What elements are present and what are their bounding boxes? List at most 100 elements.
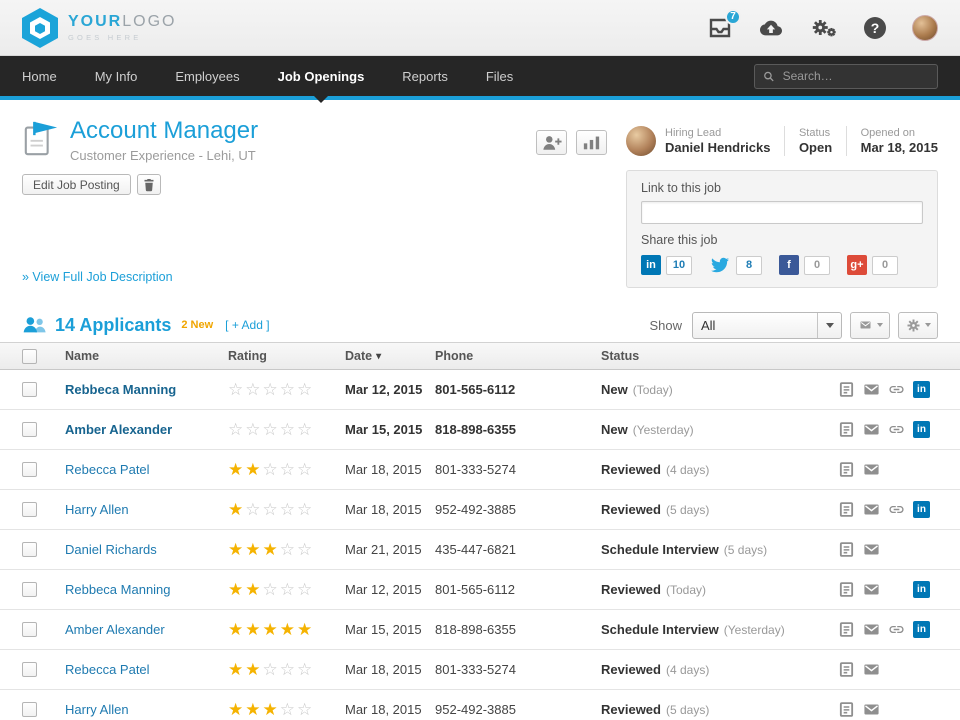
star-icon[interactable]: ★: [245, 620, 260, 640]
star-icon[interactable]: ★: [245, 540, 260, 560]
applicant-name-link[interactable]: Harry Allen: [65, 702, 129, 717]
star-icon[interactable]: ★: [263, 620, 278, 640]
star-icon[interactable]: ☆: [245, 500, 260, 520]
star-icon[interactable]: ☆: [228, 420, 243, 440]
resume-icon[interactable]: [838, 501, 863, 519]
inbox-button[interactable]: 7: [708, 17, 732, 39]
resume-icon[interactable]: [838, 581, 863, 599]
mail-icon[interactable]: [863, 381, 888, 399]
applicant-name-link[interactable]: Rebecca Patel: [65, 462, 150, 477]
link-icon[interactable]: [888, 421, 913, 439]
status-filter-select[interactable]: All: [692, 312, 842, 339]
applicant-row[interactable]: Harry Allen★★★☆☆Mar 18, 2015952-492-3885…: [0, 690, 960, 720]
applicant-name-link[interactable]: Rebecca Patel: [65, 662, 150, 677]
star-icon[interactable]: ☆: [263, 500, 278, 520]
row-checkbox[interactable]: [22, 542, 37, 557]
email-actions-button[interactable]: [850, 312, 890, 339]
star-icon[interactable]: ★: [263, 540, 278, 560]
star-icon[interactable]: ☆: [263, 460, 278, 480]
view-full-description-link[interactable]: » View Full Job Description: [22, 270, 173, 284]
mail-icon[interactable]: [863, 621, 888, 639]
star-icon[interactable]: ★: [263, 700, 278, 720]
star-icon[interactable]: ☆: [297, 540, 312, 560]
star-icon[interactable]: ☆: [245, 380, 260, 400]
star-icon[interactable]: ☆: [280, 700, 295, 720]
row-checkbox[interactable]: [22, 622, 37, 637]
star-icon[interactable]: ★: [228, 700, 243, 720]
star-icon[interactable]: ☆: [280, 540, 295, 560]
select-all-checkbox[interactable]: [22, 349, 37, 364]
resume-icon[interactable]: [838, 621, 863, 639]
nav-files[interactable]: Files: [486, 56, 513, 96]
resume-icon[interactable]: [838, 661, 863, 679]
nav-home[interactable]: Home: [22, 56, 57, 96]
row-checkbox[interactable]: [22, 502, 37, 517]
star-icon[interactable]: ★: [280, 620, 295, 640]
star-icon[interactable]: ☆: [245, 420, 260, 440]
resume-icon[interactable]: [838, 421, 863, 439]
applicant-row[interactable]: Harry Allen★☆☆☆☆Mar 18, 2015952-492-3885…: [0, 490, 960, 530]
nav-employees[interactable]: Employees: [175, 56, 239, 96]
googleplus-share-button[interactable]: g+ 0: [847, 255, 898, 275]
applicant-name-link[interactable]: Amber Alexander: [65, 622, 165, 637]
star-icon[interactable]: ★: [245, 460, 260, 480]
applicant-row[interactable]: Amber Alexander☆☆☆☆☆Mar 15, 2015818-898-…: [0, 410, 960, 450]
star-icon[interactable]: ☆: [228, 380, 243, 400]
column-status[interactable]: Status: [601, 349, 838, 363]
nav-search[interactable]: [754, 64, 938, 89]
linkedin-icon[interactable]: in: [913, 421, 938, 439]
star-icon[interactable]: ☆: [297, 580, 312, 600]
nav-my-info[interactable]: My Info: [95, 56, 138, 96]
star-icon[interactable]: ☆: [297, 660, 312, 680]
logo[interactable]: YOURLOGO GOES HERE: [22, 8, 176, 48]
linkedin-icon[interactable]: in: [913, 381, 938, 399]
column-name[interactable]: Name: [65, 349, 228, 363]
twitter-share-button[interactable]: 8: [709, 256, 762, 275]
applicant-row[interactable]: Rebbeca Manning★★☆☆☆Mar 12, 2015801-565-…: [0, 570, 960, 610]
star-icon[interactable]: ☆: [297, 380, 312, 400]
nav-job-openings[interactable]: Job Openings: [278, 56, 365, 96]
star-icon[interactable]: ★: [228, 580, 243, 600]
resume-icon[interactable]: [838, 541, 863, 559]
search-input[interactable]: [781, 68, 929, 84]
mail-icon[interactable]: [863, 421, 888, 439]
mail-icon[interactable]: [863, 541, 888, 559]
applicant-row[interactable]: Rebecca Patel★★☆☆☆Mar 18, 2015801-333-52…: [0, 650, 960, 690]
nav-reports[interactable]: Reports: [402, 56, 448, 96]
linkedin-icon[interactable]: in: [913, 621, 938, 639]
applicant-name-link[interactable]: Rebbeca Manning: [65, 382, 176, 397]
add-applicant-button[interactable]: [536, 130, 567, 155]
applicant-name-link[interactable]: Amber Alexander: [65, 422, 172, 437]
star-icon[interactable]: ☆: [297, 500, 312, 520]
linkedin-icon[interactable]: in: [913, 501, 938, 519]
star-icon[interactable]: ★: [245, 700, 260, 720]
star-icon[interactable]: ★: [228, 620, 243, 640]
mail-icon[interactable]: [863, 461, 888, 479]
star-icon[interactable]: ☆: [280, 580, 295, 600]
link-icon[interactable]: [888, 381, 913, 399]
column-date[interactable]: Date ▾: [345, 349, 435, 363]
mail-icon[interactable]: [863, 501, 888, 519]
star-icon[interactable]: ☆: [297, 420, 312, 440]
applicant-row[interactable]: Rebecca Patel★★☆☆☆Mar 18, 2015801-333-52…: [0, 450, 960, 490]
star-icon[interactable]: ☆: [280, 660, 295, 680]
edit-job-posting-button[interactable]: Edit Job Posting: [22, 174, 131, 195]
row-checkbox[interactable]: [22, 702, 37, 717]
job-link-input[interactable]: [641, 201, 923, 224]
star-icon[interactable]: ★: [297, 620, 312, 640]
resume-icon[interactable]: [838, 381, 863, 399]
applicant-name-link[interactable]: Harry Allen: [65, 502, 129, 517]
linkedin-share-button[interactable]: in 10: [641, 255, 692, 275]
star-icon[interactable]: ☆: [280, 460, 295, 480]
link-icon[interactable]: [888, 621, 913, 639]
link-icon[interactable]: [888, 501, 913, 519]
star-icon[interactable]: ★: [245, 580, 260, 600]
applicant-row[interactable]: Amber Alexander★★★★★Mar 15, 2015818-898-…: [0, 610, 960, 650]
column-phone[interactable]: Phone: [435, 349, 601, 363]
job-stats-button[interactable]: [576, 130, 607, 155]
column-rating[interactable]: Rating: [228, 349, 345, 363]
applicant-name-link[interactable]: Rebbeca Manning: [65, 582, 171, 597]
resume-icon[interactable]: [838, 701, 863, 719]
star-icon[interactable]: ☆: [263, 580, 278, 600]
hiring-lead-avatar[interactable]: [626, 126, 656, 156]
